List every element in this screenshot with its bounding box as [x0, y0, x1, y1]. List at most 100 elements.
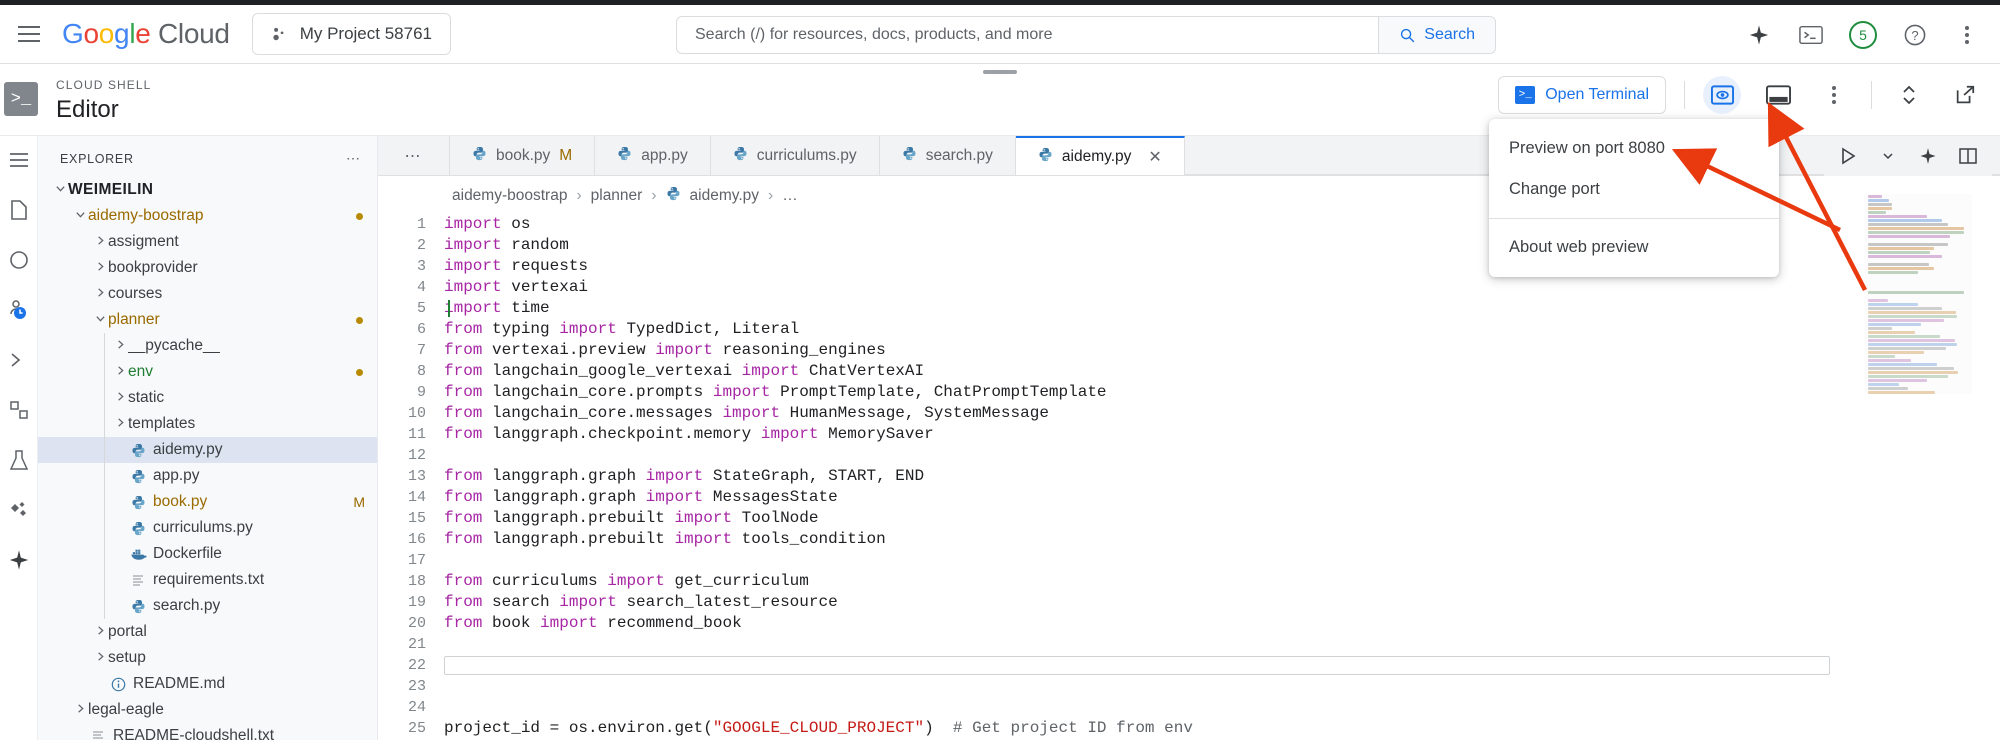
- search-input[interactable]: [677, 17, 1378, 53]
- chevron-right-icon[interactable]: [92, 261, 108, 275]
- tree-item-readme-md[interactable]: README.md: [38, 671, 377, 697]
- minimap-line: [1868, 323, 1921, 326]
- menu-item-about-web-preview[interactable]: About web preview: [1489, 227, 1779, 268]
- search-button[interactable]: Search: [1378, 17, 1495, 53]
- minimap-line: [1868, 291, 1964, 294]
- code-text: project_id = os.environ.get("GOOGLE_CLOU…: [444, 718, 1193, 739]
- account-history-icon[interactable]: [7, 298, 31, 322]
- minimap-line: [1868, 367, 1954, 370]
- python-file-icon: [131, 521, 146, 536]
- explorer-more-icon[interactable]: ⋯: [346, 150, 361, 167]
- tree-item-planner[interactable]: planner: [38, 307, 377, 333]
- tree-item-courses[interactable]: courses: [38, 281, 377, 307]
- chevron-right-icon[interactable]: [112, 365, 128, 379]
- tree-item-search-py[interactable]: search.py: [38, 593, 377, 619]
- chevron-right-icon[interactable]: [112, 339, 128, 353]
- menu-item-preview-on-port-8080[interactable]: Preview on port 8080: [1489, 128, 1779, 169]
- chevron-right-icon[interactable]: [92, 287, 108, 301]
- tree-item-setup[interactable]: setup: [38, 645, 377, 671]
- file-tree: WEIMEILINaidemy-boostrapassigmentbookpro…: [38, 177, 377, 740]
- code-editor-content[interactable]: 1import os2import random3import requests…: [378, 214, 2000, 740]
- close-icon[interactable]: ✕: [1148, 147, 1161, 167]
- line-number: 6: [378, 319, 444, 340]
- chevron-right-icon[interactable]: [92, 651, 108, 665]
- breadcrumb-segment[interactable]: aidemy-boostrap: [452, 187, 567, 205]
- tree-item-aidemy-boostrap[interactable]: aidemy-boostrap: [38, 203, 377, 229]
- file-type-icon: [128, 495, 148, 510]
- help-icon[interactable]: ?: [1900, 20, 1930, 50]
- chevron-right-icon[interactable]: [92, 625, 108, 639]
- editor-tab-aidemy-py[interactable]: aidemy.py✕: [1016, 136, 1185, 175]
- editor-tab-book-py[interactable]: book.pyM: [450, 136, 595, 175]
- chevron-down-icon[interactable]: [52, 183, 68, 197]
- tree-item-book-py[interactable]: book.pyM: [38, 489, 377, 515]
- tree-item-dockerfile[interactable]: Dockerfile: [38, 541, 377, 567]
- notifications-badge[interactable]: 5: [1848, 20, 1878, 50]
- run-icon[interactable]: [1836, 144, 1860, 168]
- cloud-shell-icon[interactable]: [1796, 20, 1826, 50]
- open-terminal-button[interactable]: >_ Open Terminal: [1498, 76, 1666, 114]
- more-actions-button[interactable]: [1815, 76, 1853, 114]
- tree-item-app-py[interactable]: app.py: [38, 463, 377, 489]
- chevron-down-icon[interactable]: [92, 313, 108, 327]
- tree-item-curriculums-py[interactable]: curriculums.py: [38, 515, 377, 541]
- tree-item-weimeilin[interactable]: WEIMEILIN: [38, 177, 377, 203]
- gemini-sparkle-icon[interactable]: [1744, 20, 1774, 50]
- code-line: 10from langchain_core.messages import Hu…: [378, 403, 2000, 424]
- tree-item-templates[interactable]: templates: [38, 411, 377, 437]
- chevron-right-icon[interactable]: [112, 391, 128, 405]
- extensions-icon[interactable]: [7, 398, 31, 422]
- tree-item-legal-eagle[interactable]: legal-eagle: [38, 697, 377, 723]
- tree-item-label: __pycache__: [128, 337, 220, 355]
- expand-collapse-button[interactable]: [1890, 76, 1928, 114]
- code-line: 18from curriculums import get_curriculum: [378, 571, 2000, 592]
- code-text: from langgraph.graph import StateGraph, …: [444, 466, 924, 487]
- files-icon[interactable]: [7, 198, 31, 222]
- panel-drag-handle[interactable]: [983, 70, 1017, 74]
- breadcrumb-segment[interactable]: …: [782, 187, 798, 205]
- menu-item-change-port[interactable]: Change port: [1489, 169, 1779, 210]
- google-cloud-logo[interactable]: Google Cloud: [62, 18, 230, 50]
- chevron-right-icon[interactable]: [92, 235, 108, 249]
- project-picker-button[interactable]: My Project 58761: [252, 13, 451, 55]
- chevron-right-icon[interactable]: [72, 703, 88, 717]
- explorer-menu-icon[interactable]: [7, 148, 31, 172]
- gemini-icon[interactable]: [1916, 144, 1940, 168]
- run-dropdown-icon[interactable]: [1876, 144, 1900, 168]
- gemini-assist-icon[interactable]: [7, 548, 31, 572]
- split-editor-icon[interactable]: [1956, 144, 1980, 168]
- tree-item-aidemy-py[interactable]: aidemy.py: [38, 437, 377, 463]
- code-line: 9from langchain_core.prompts import Prom…: [378, 382, 2000, 403]
- tab-overflow-icon[interactable]: ⋯: [378, 136, 450, 175]
- code-token: import: [444, 215, 511, 233]
- editor-tab-curriculums-py[interactable]: curriculums.py: [711, 136, 880, 175]
- open-new-window-button[interactable]: [1946, 76, 1984, 114]
- tree-item-readme-cloudshell-txt[interactable]: README-cloudshell.txt: [38, 723, 377, 740]
- tree-item-label: planner: [108, 311, 160, 329]
- code-token: reasoning_engines: [722, 341, 885, 359]
- chevron-down-icon[interactable]: [72, 209, 88, 223]
- toggle-panel-button[interactable]: [1759, 76, 1797, 114]
- navigation-menu-icon[interactable]: [18, 19, 48, 49]
- tree-item--pycache-[interactable]: __pycache__: [38, 333, 377, 359]
- code-minimap[interactable]: [1864, 194, 1972, 394]
- tree-item-bookprovider[interactable]: bookprovider: [38, 255, 377, 281]
- cloud-shell-panel-icon[interactable]: [7, 498, 31, 522]
- cloud-code-icon[interactable]: [7, 448, 31, 472]
- tree-item-portal[interactable]: portal: [38, 619, 377, 645]
- tree-item-requirements-txt[interactable]: requirements.txt: [38, 567, 377, 593]
- tree-item-assigment[interactable]: assigment: [38, 229, 377, 255]
- run-terminal-icon[interactable]: [7, 348, 31, 372]
- web-preview-button[interactable]: [1703, 76, 1741, 114]
- editor-tab-search-py[interactable]: search.py: [880, 136, 1016, 175]
- editor-tab-app-py[interactable]: app.py: [595, 136, 711, 175]
- tree-item-env[interactable]: env: [38, 359, 377, 385]
- source-control-icon[interactable]: [7, 248, 31, 272]
- breadcrumb-segment[interactable]: planner: [591, 187, 643, 205]
- chevron-right-icon[interactable]: [112, 417, 128, 431]
- modified-dot: [356, 317, 363, 324]
- more-options-icon[interactable]: [1952, 20, 1982, 50]
- tree-item-label: env: [128, 363, 153, 381]
- tree-item-static[interactable]: static: [38, 385, 377, 411]
- breadcrumb-segment[interactable]: aidemy.py: [690, 187, 760, 205]
